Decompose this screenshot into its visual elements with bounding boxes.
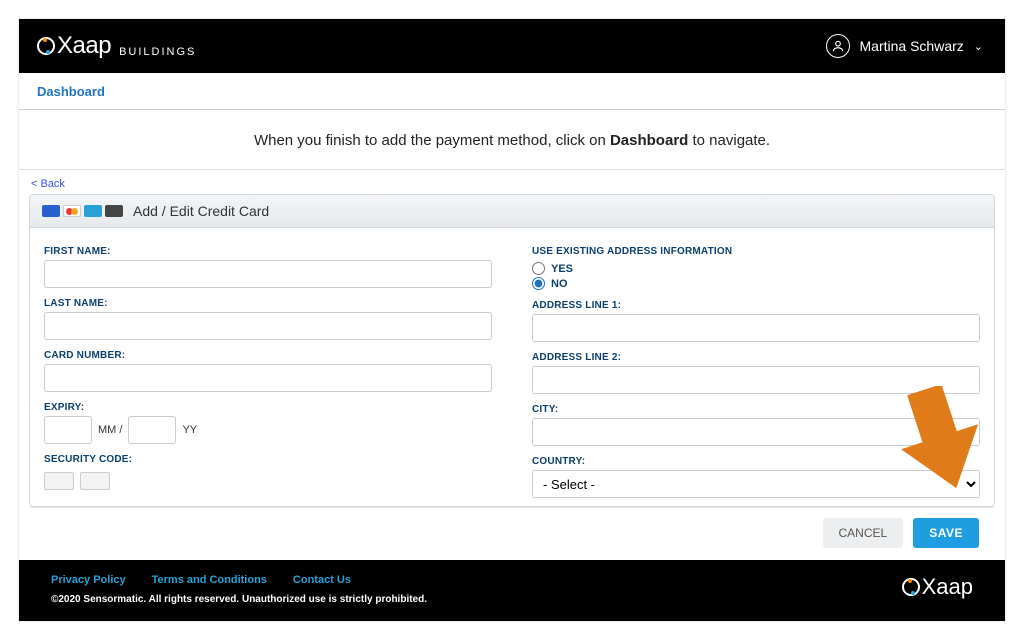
expiry-year-input[interactable] [128,416,176,444]
generic-card-icon [105,205,123,217]
country-select[interactable]: - Select - [532,470,980,498]
footer: Privacy Policy Terms and Conditions Cont… [19,560,1005,621]
footer-copyright: ©2020 Sensormatic. All rights reserved. … [51,594,427,605]
footer-contact-link[interactable]: Contact Us [293,574,351,586]
radio-yes[interactable] [532,262,545,275]
action-bar: CANCEL SAVE [29,507,995,560]
label-first-name: FIRST NAME: [44,246,492,257]
card-number-input[interactable] [44,364,492,392]
label-security-code: SECURITY CODE: [44,454,492,465]
radio-yes-label: YES [551,263,573,275]
expiry-yy: YY [182,424,197,436]
avatar-icon [826,34,850,58]
user-menu[interactable]: Martina Schwarz ⌄ [826,34,983,58]
save-button[interactable]: SAVE [913,518,979,548]
instruction-suffix: to navigate. [688,132,770,149]
label-card-number: CARD NUMBER: [44,350,492,361]
breadcrumb-dashboard[interactable]: Dashboard [37,84,105,99]
instruction-prefix: When you finish to add the payment metho… [254,132,610,149]
card-brand-icons [42,205,123,217]
label-city: CITY: [532,404,980,415]
brand-subtitle: BUILDINGS [119,46,196,58]
footer-brand: Xaap [922,574,973,600]
last-name-input[interactable] [44,312,492,340]
visa-icon [42,205,60,217]
back-link[interactable]: < Back [29,176,995,194]
radio-no-label: NO [551,278,568,290]
instruction-banner: When you finish to add the payment metho… [19,110,1005,170]
logo-ring-icon [37,37,55,55]
address-line-2-input[interactable] [532,366,980,394]
radio-no-row[interactable]: NO [532,277,980,290]
cancel-button[interactable]: CANCEL [823,518,904,548]
expiry-mm-sep: MM / [98,424,122,436]
brand-name: Xaap [57,32,111,60]
amex-icon [84,205,102,217]
mastercard-icon [63,205,81,217]
label-use-existing: USE EXISTING ADDRESS INFORMATION [532,246,980,257]
first-name-input[interactable] [44,260,492,288]
instruction-bold: Dashboard [610,132,688,149]
expiry-month-input[interactable] [44,416,92,444]
cvv-hint-back-icon [80,472,110,490]
credit-card-panel: Add / Edit Credit Card FIRST NAME: LAST … [29,194,995,507]
footer-logo-ring-icon [902,578,920,596]
label-last-name: LAST NAME: [44,298,492,309]
footer-privacy-link[interactable]: Privacy Policy [51,574,126,586]
radio-yes-row[interactable]: YES [532,262,980,275]
label-addr2: ADDRESS LINE 2: [532,352,980,363]
breadcrumb-bar: Dashboard [19,73,1005,110]
label-country: COUNTRY: [532,456,980,467]
city-input[interactable] [532,418,980,446]
footer-logo: Xaap [902,574,973,600]
panel-title: Add / Edit Credit Card [133,203,269,219]
address-line-1-input[interactable] [532,314,980,342]
footer-terms-link[interactable]: Terms and Conditions [152,574,267,586]
top-bar: Xaap BUILDINGS Martina Schwarz ⌄ [19,19,1005,73]
label-addr1: ADDRESS LINE 1: [532,300,980,311]
radio-no[interactable] [532,277,545,290]
label-expiry: EXPIRY: [44,402,492,413]
cvv-hint-front-icon [44,472,74,490]
brand-logo: Xaap BUILDINGS [37,32,196,60]
user-name: Martina Schwarz [860,38,964,54]
chevron-down-icon: ⌄ [974,40,983,53]
